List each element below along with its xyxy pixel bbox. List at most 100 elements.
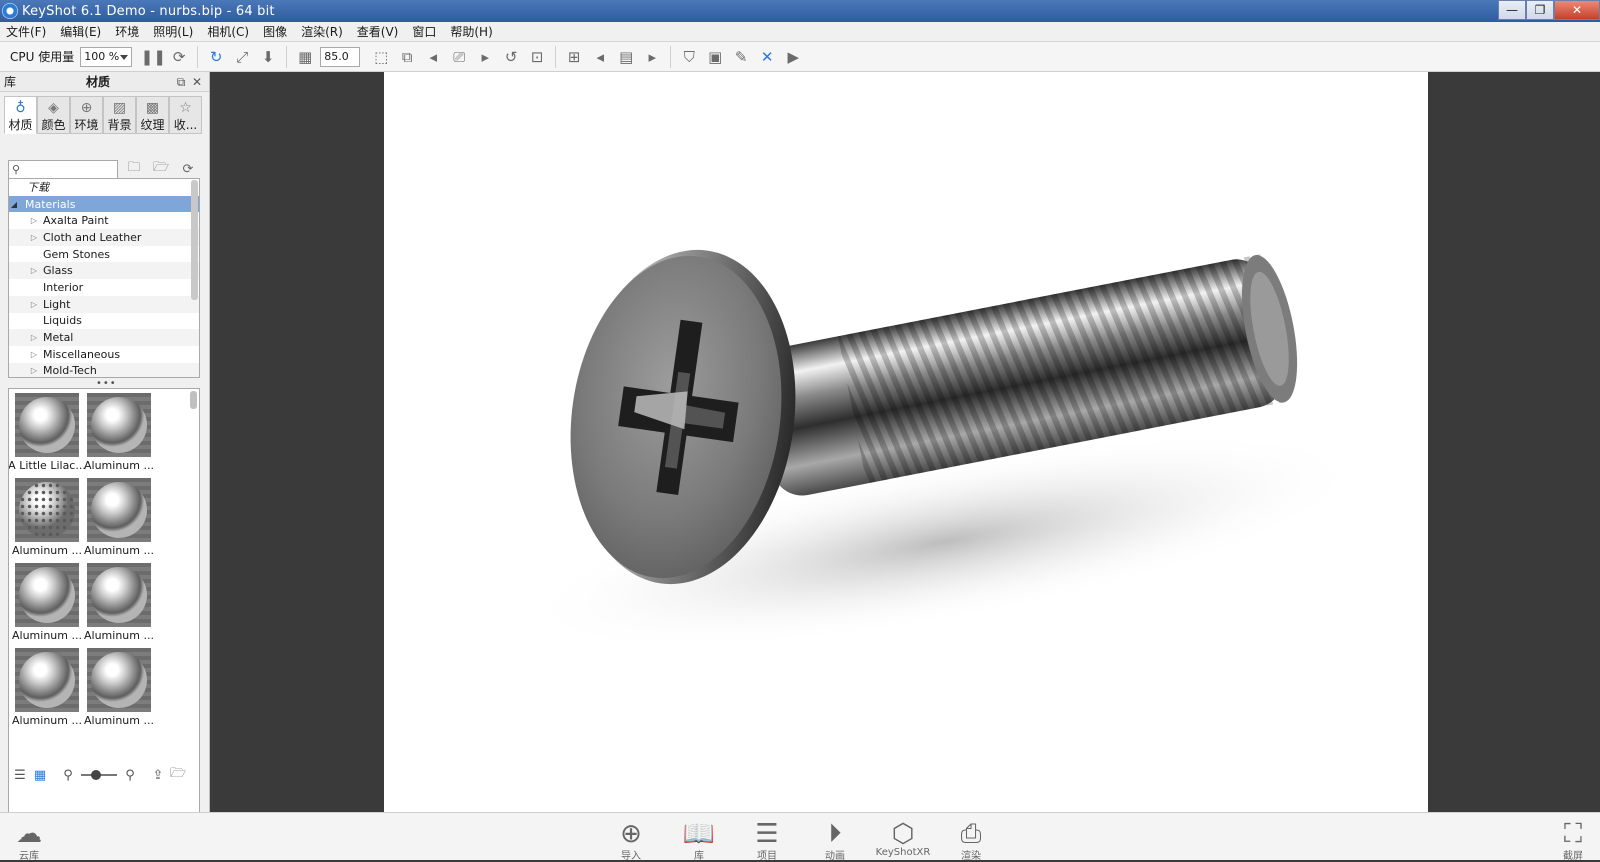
tree-item-cloth-and-leather[interactable]: ▷ Cloth and Leather: [9, 229, 199, 246]
tab-textures[interactable]: ▩ 纹理: [136, 96, 169, 134]
search-input[interactable]: ⚲: [8, 159, 118, 179]
pause-icon[interactable]: ❚❚: [141, 46, 166, 68]
minimize-button[interactable]: —: [1498, 0, 1526, 20]
menu-file[interactable]: 文件(F): [6, 23, 46, 40]
import-folder-icon[interactable]: 🗁: [168, 765, 188, 785]
project-button[interactable]: ☰ 项目: [742, 819, 792, 862]
render-viewport[interactable]: [210, 72, 1600, 812]
tab-materials[interactable]: ♁ 材质: [4, 96, 37, 134]
tree-item-metal[interactable]: ▷ Metal: [9, 329, 199, 346]
studio-prev-icon[interactable]: ◂: [589, 46, 611, 68]
camera-lock-icon[interactable]: ⧉: [396, 46, 418, 68]
library-button[interactable]: 📖 库: [674, 819, 724, 862]
material-thumbnail[interactable]: Aluminum ...: [83, 478, 155, 563]
tree-item-axalta-paint[interactable]: ▷ Axalta Paint: [9, 212, 199, 229]
tree-item-mold-tech[interactable]: ▷ Mold-Tech: [9, 362, 199, 377]
upload-cloud-icon[interactable]: ⇪: [148, 765, 168, 785]
tree-item-liquids[interactable]: Liquids: [9, 313, 199, 330]
console-icon[interactable]: ▶: [782, 46, 804, 68]
collapsed-triangle-icon[interactable]: ▷: [29, 300, 39, 309]
import-button[interactable]: ⊕ 导入: [606, 819, 656, 862]
close-button[interactable]: ✕: [1554, 0, 1600, 20]
menu-render[interactable]: 渲染(R): [301, 23, 343, 40]
menu-image[interactable]: 图像: [263, 23, 287, 40]
tree-item-glass[interactable]: ▷ Glass: [9, 262, 199, 280]
tab-label: 纹理: [140, 118, 165, 132]
close-icon[interactable]: ✕: [189, 74, 205, 90]
tab-backgrounds[interactable]: ▨ 背景: [103, 96, 136, 134]
menu-help[interactable]: 帮助(H): [450, 23, 492, 40]
shield-icon[interactable]: ⛉: [678, 46, 700, 68]
list-view-icon[interactable]: ☰: [10, 765, 30, 785]
import-icon: ⊕: [620, 819, 642, 849]
material-thumbnail[interactable]: Aluminum ...: [11, 478, 83, 563]
tree-scrollbar[interactable]: [191, 180, 198, 300]
material-thumbnail[interactable]: Aluminum ...: [11, 563, 83, 648]
collapsed-triangle-icon[interactable]: ▷: [29, 233, 39, 242]
field-of-view-icon[interactable]: ▦: [294, 46, 316, 68]
slider-knob[interactable]: [91, 770, 101, 780]
menu-camera[interactable]: 相机(C): [207, 23, 249, 40]
camera-icon[interactable]: ⎚: [448, 46, 470, 68]
maximize-button[interactable]: ❐: [1526, 0, 1554, 20]
screenshot-button[interactable]: ⛶ 截屏: [1548, 819, 1598, 862]
menu-environment[interactable]: 环境: [115, 23, 139, 40]
tree-item-interior[interactable]: Interior: [9, 279, 199, 296]
material-thumbnail[interactable]: Aluminum ...: [83, 648, 155, 733]
import-folder-icon[interactable]: 🗁: [150, 159, 172, 179]
presentation-icon[interactable]: ▣: [704, 46, 726, 68]
menu-window[interactable]: 窗口: [412, 23, 436, 40]
add-folder-icon[interactable]: 🗀: [123, 159, 145, 179]
grid-view-icon[interactable]: ▦: [30, 765, 50, 785]
menu-lighting[interactable]: 照明(L): [153, 23, 193, 40]
material-thumbnail[interactable]: Aluminum ...: [83, 563, 155, 648]
menu-view[interactable]: 查看(V): [357, 23, 399, 40]
camera-save-icon[interactable]: ⊡: [526, 46, 548, 68]
geometry-view-icon[interactable]: ✕: [756, 46, 778, 68]
material-thumbnail[interactable]: Aluminum ...: [11, 648, 83, 733]
cloud-library-button[interactable]: ☁ 云库: [4, 819, 54, 862]
material-thumbnail[interactable]: A Little Lilac...: [9, 393, 86, 478]
thumbnails-scrollbar[interactable]: [190, 391, 197, 409]
tab-environments[interactable]: ⊕ 环境: [70, 96, 103, 134]
zoom-out-icon[interactable]: ⚲: [58, 765, 78, 785]
expanded-triangle-icon[interactable]: ◢: [9, 200, 19, 209]
refresh-icon[interactable]: ⟳: [177, 159, 199, 179]
render-button[interactable]: ⎙ 渲染: [946, 819, 996, 862]
camera-prev-icon[interactable]: ◂: [422, 46, 444, 68]
move-down-icon[interactable]: ⬇: [257, 46, 279, 68]
thumbnail-size-slider[interactable]: [81, 770, 117, 780]
tree-item-gem-stones[interactable]: Gem Stones: [9, 246, 199, 263]
tree-item-light[interactable]: ▷ Light: [9, 295, 199, 313]
library-tabs: ♁ 材质 ◈ 颜色 ⊕ 环境 ▨ 背景 ▩ 纹理 ☆ 收...: [0, 92, 209, 154]
animation-button[interactable]: ⏵ 动画: [810, 819, 860, 862]
rotate-icon[interactable]: ↺: [500, 46, 522, 68]
fit-to-view-icon[interactable]: ⤢: [231, 46, 253, 68]
region-render-icon[interactable]: ⬚: [370, 46, 392, 68]
camera-next-icon[interactable]: ▸: [474, 46, 496, 68]
tab-colors[interactable]: ◈ 颜色: [37, 96, 70, 134]
collapsed-triangle-icon[interactable]: ▷: [29, 216, 39, 225]
keyshotxr-button[interactable]: ⬡ KeyShotXR: [876, 819, 931, 859]
studio-next-icon[interactable]: ▸: [641, 46, 663, 68]
field-of-view-input[interactable]: 85.0: [320, 46, 361, 67]
tree-item-materials[interactable]: ◢ Materials: [9, 195, 199, 213]
realtime-refresh-icon[interactable]: ⟳: [168, 46, 190, 68]
collapsed-triangle-icon[interactable]: ▷: [29, 350, 39, 359]
render-canvas[interactable]: [384, 72, 1428, 812]
studio-icon[interactable]: ▤: [615, 46, 637, 68]
collapsed-triangle-icon[interactable]: ▷: [29, 366, 39, 375]
tab-favorites[interactable]: ☆ 收...: [169, 96, 202, 134]
studio-add-icon[interactable]: ⊞: [563, 46, 585, 68]
cpu-usage-select[interactable]: 100 %: [80, 46, 133, 67]
tree-item-miscellaneous[interactable]: ▷ Miscellaneous: [9, 346, 199, 363]
tree-item-download[interactable]: 下载: [9, 179, 199, 196]
material-thumbnail[interactable]: Aluminum ...: [83, 393, 155, 478]
undock-icon[interactable]: ⧉: [173, 74, 189, 90]
menu-edit[interactable]: 编辑(E): [60, 23, 101, 40]
collapsed-triangle-icon[interactable]: ▷: [29, 333, 39, 342]
collapsed-triangle-icon[interactable]: ▷: [29, 266, 39, 275]
reload-icon[interactable]: ↻: [205, 46, 227, 68]
sketch-icon[interactable]: ✎: [730, 46, 752, 68]
zoom-in-icon[interactable]: ⚲: [120, 765, 140, 785]
